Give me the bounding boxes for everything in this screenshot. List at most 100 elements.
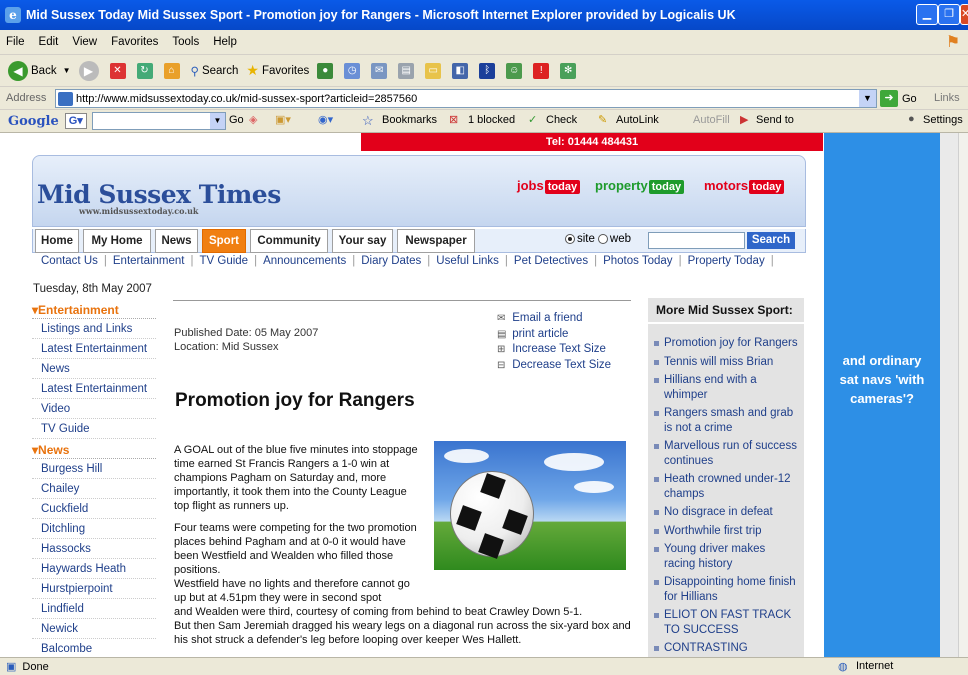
back-button[interactable]: ◀ Back ▼ xyxy=(8,60,71,81)
tab-your-say[interactable]: Your say xyxy=(332,229,393,253)
check-button[interactable]: Check xyxy=(546,114,577,126)
tab-community[interactable]: Community xyxy=(250,229,328,253)
link-contact[interactable]: Contact Us xyxy=(38,255,101,267)
refresh-button[interactable]: ↻ xyxy=(136,62,156,79)
left-nav-item[interactable]: Latest Entertainment xyxy=(32,379,156,399)
more-sport-link[interactable]: No disgrace in defeat xyxy=(664,505,773,520)
list-item[interactable]: Hillians end with a whimper xyxy=(648,373,804,402)
tab-news[interactable]: News xyxy=(155,229,198,253)
entertainment-heading[interactable]: ▾Entertainment xyxy=(32,301,156,319)
left-nav-item[interactable]: Newick xyxy=(32,619,156,639)
list-item[interactable]: Worthwhile first trip xyxy=(648,524,804,539)
left-nav-item[interactable]: Hurstpierpoint xyxy=(32,579,156,599)
list-item[interactable]: CONTRASTING xyxy=(648,641,804,656)
left-nav-item[interactable]: Burgess Hill xyxy=(32,459,156,479)
site-logo[interactable]: Mid Sussex Times xyxy=(37,180,281,209)
motors-today-link[interactable]: motors today xyxy=(704,178,785,194)
site-search-button[interactable]: Search xyxy=(747,232,795,249)
autolink-button[interactable]: AutoLink xyxy=(616,114,659,126)
more-sport-link[interactable]: Disappointing home finish for Hillians xyxy=(664,575,798,604)
left-nav-item[interactable]: Video xyxy=(32,399,156,419)
web-radio[interactable] xyxy=(597,234,608,244)
more-sport-link[interactable]: Rangers smash and grab is not a crime xyxy=(664,406,798,435)
more-sport-link[interactable]: Hillians end with a whimper xyxy=(664,373,798,402)
more-sport-link[interactable]: Promotion joy for Rangers xyxy=(664,336,798,351)
left-nav-item[interactable]: Hassocks xyxy=(32,539,156,559)
list-item[interactable]: Tennis will miss Brian xyxy=(648,355,804,370)
menu-tools[interactable]: Tools xyxy=(172,36,199,48)
site-radio[interactable] xyxy=(565,234,575,244)
bookmarks-button[interactable]: Bookmarks xyxy=(382,114,437,126)
tab-home[interactable]: Home xyxy=(35,229,79,253)
autofill-button[interactable]: AutoFill xyxy=(693,114,730,126)
tab-sport[interactable]: Sport xyxy=(202,229,246,253)
tab-newspaper[interactable]: Newspaper xyxy=(397,229,475,253)
list-item[interactable]: Young driver makes racing history xyxy=(648,542,804,571)
list-item[interactable]: Disappointing home finish for Hillians xyxy=(648,575,804,604)
increase-text-link[interactable]: ⊞ Increase Text Size xyxy=(497,342,611,358)
left-nav-item[interactable]: News xyxy=(32,359,156,379)
list-item[interactable]: Marvellous run of success continues xyxy=(648,439,804,468)
tab-my-home[interactable]: My Home xyxy=(83,229,151,253)
minimize-button[interactable]: ▁ xyxy=(916,4,938,25)
list-item[interactable]: ELIOT ON FAST TRACK TO SUCCESS xyxy=(648,608,804,637)
news-heading[interactable]: ▾News xyxy=(32,441,156,459)
messenger-button[interactable]: ☺ xyxy=(506,62,525,79)
sendto-button[interactable]: Send to xyxy=(756,114,794,126)
link-pet[interactable]: Pet Detectives xyxy=(511,255,591,267)
left-nav-item[interactable]: Ditchling xyxy=(32,519,156,539)
google-search-input[interactable]: ▼ xyxy=(92,112,226,130)
stop-button[interactable]: ✕ xyxy=(109,62,129,79)
google-go-button[interactable]: Go xyxy=(229,114,244,126)
left-nav-item[interactable]: Latest Entertainment xyxy=(32,339,156,359)
left-nav-item[interactable]: Listings and Links xyxy=(32,319,156,339)
list-item[interactable]: Rangers smash and grab is not a crime xyxy=(648,406,804,435)
more-sport-link[interactable]: CONTRASTING xyxy=(664,641,748,656)
bluetooth-button[interactable]: ᛒ xyxy=(479,62,498,79)
link-entertainment[interactable]: Entertainment xyxy=(110,255,188,267)
link-useful[interactable]: Useful Links xyxy=(433,255,502,267)
more-sport-link[interactable]: Tennis will miss Brian xyxy=(664,355,773,370)
site-search-input[interactable] xyxy=(648,232,745,249)
favorites-button[interactable]: ★ Favorites xyxy=(246,62,309,79)
google-g-icon[interactable]: G▾ xyxy=(64,113,87,129)
list-item[interactable]: Heath crowned under-12 champs xyxy=(648,472,804,501)
alert-button[interactable]: ! xyxy=(533,62,552,79)
left-nav-item[interactable]: Lindfield xyxy=(32,599,156,619)
more-sport-link[interactable]: Heath crowned under-12 champs xyxy=(664,472,798,501)
links-button[interactable]: Links xyxy=(934,92,960,104)
vertical-scrollbar[interactable] xyxy=(958,133,968,657)
print-button[interactable]: ▤ xyxy=(398,62,417,79)
research-button[interactable]: ◧ xyxy=(452,62,471,79)
left-nav-item[interactable]: Chailey xyxy=(32,479,156,499)
media-button[interactable]: ● xyxy=(317,62,336,79)
menu-favorites[interactable]: Favorites xyxy=(111,36,158,48)
forward-button[interactable]: ▶ xyxy=(78,60,102,81)
print-article-link[interactable]: ▤ print article xyxy=(497,327,611,343)
news-icon[interactable]: ▣▾ xyxy=(275,113,291,126)
tool-button[interactable]: ✻ xyxy=(560,62,579,79)
left-nav-item[interactable]: TV Guide xyxy=(32,419,156,439)
menu-help[interactable]: Help xyxy=(213,36,237,48)
link-photos[interactable]: Photos Today xyxy=(600,255,675,267)
left-nav-item[interactable]: Balcombe xyxy=(32,639,156,657)
link-diary[interactable]: Diary Dates xyxy=(358,255,424,267)
left-nav-item[interactable]: Cuckfield xyxy=(32,499,156,519)
property-today-link[interactable]: property today xyxy=(595,178,685,194)
advert-banner[interactable]: and ordinary sat navs 'with cameras'? xyxy=(824,133,940,657)
go-button[interactable]: ➜ Go xyxy=(880,90,917,107)
maximize-button[interactable]: ❐ xyxy=(938,4,960,25)
email-friend-link[interactable]: ✉ Email a friend xyxy=(497,311,611,327)
search-button[interactable]: ⚲ Search xyxy=(191,64,239,78)
history-button[interactable]: ◷ xyxy=(344,62,363,79)
link-tv-guide[interactable]: TV Guide xyxy=(197,255,252,267)
jobs-today-link[interactable]: jobs today xyxy=(517,178,581,194)
link-property[interactable]: Property Today xyxy=(685,255,768,267)
list-item[interactable]: Promotion joy for Rangers xyxy=(648,336,804,351)
mail-button[interactable]: ✉ xyxy=(371,62,390,79)
more-sport-link[interactable]: Marvellous run of success continues xyxy=(664,439,798,468)
close-button[interactable]: ✕ xyxy=(960,4,968,25)
decrease-text-link[interactable]: ⊟ Decrease Text Size xyxy=(497,358,611,374)
address-dropdown-icon[interactable]: ▼ xyxy=(859,90,876,107)
list-item[interactable]: No disgrace in defeat xyxy=(648,505,804,520)
